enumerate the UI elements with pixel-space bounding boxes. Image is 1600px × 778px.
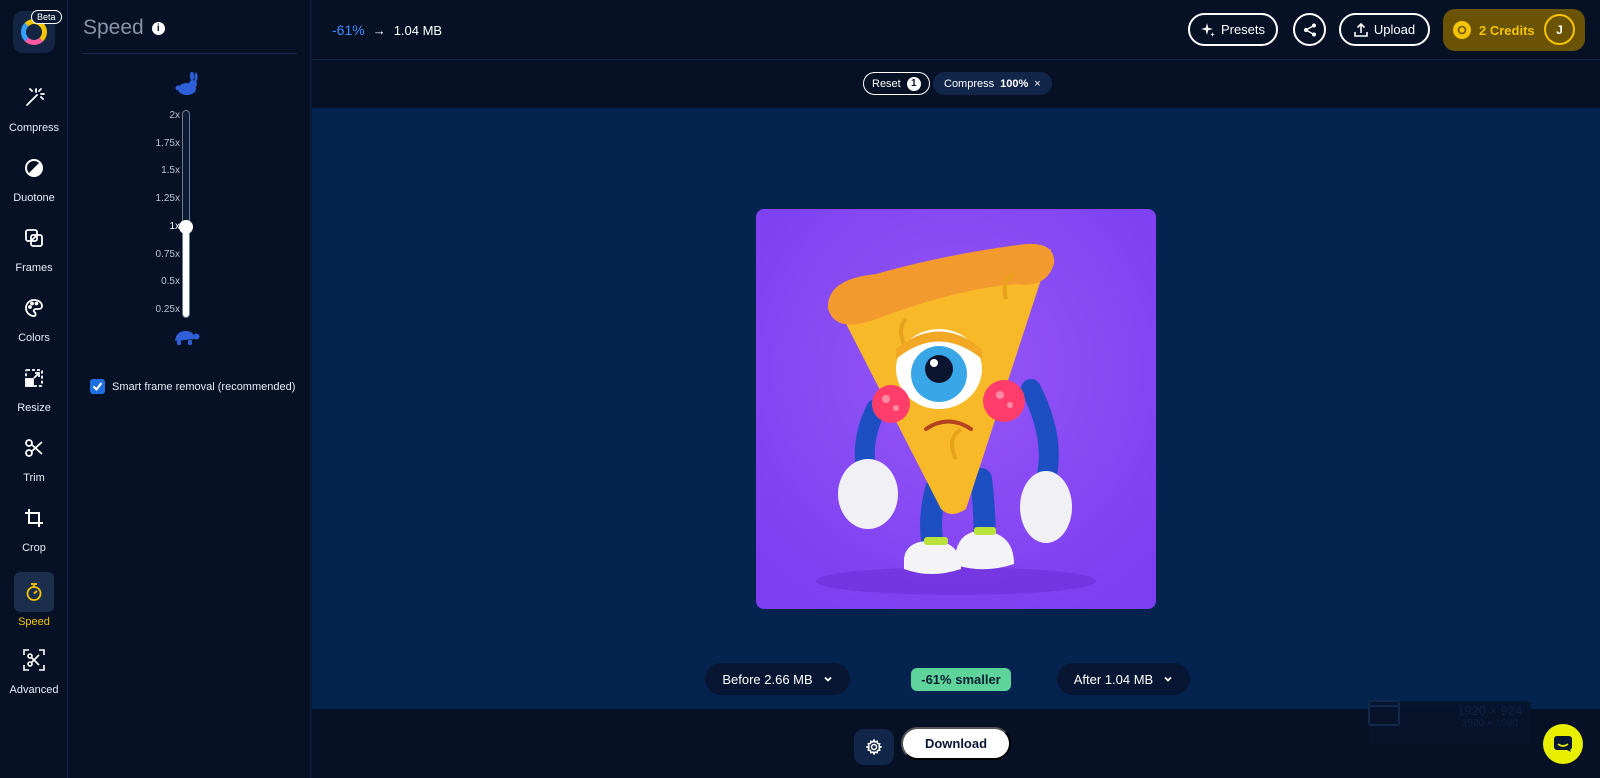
magic-wand-icon [14, 78, 54, 118]
scissors-icon [14, 428, 54, 468]
resize-icon [14, 358, 54, 398]
tool-label: Trim [23, 472, 45, 484]
tool-crop[interactable]: Crop [0, 498, 68, 560]
duotone-icon [14, 148, 54, 188]
rabbit-icon [175, 72, 198, 95]
presets-button[interactable]: Presets [1188, 13, 1278, 46]
tool-compress[interactable]: Compress [0, 78, 68, 140]
speed-tick-label: 1.25x [155, 193, 180, 205]
palette-icon [14, 288, 54, 328]
speed-tick-label: 0.75x [155, 248, 180, 260]
speed-tick-label: 1.75x [155, 137, 180, 149]
before-size-label: Before 2.66 MB [722, 671, 813, 687]
before-size-dropdown[interactable]: Before 2.66 MB [705, 663, 850, 695]
tool-label: Colors [18, 332, 50, 344]
tool-label: Duotone [13, 192, 55, 204]
speed-tick-label: 1.5x [161, 165, 180, 177]
arrow-right-icon: → [372, 22, 386, 38]
credits-label: 2 Credits [1479, 22, 1535, 38]
tool-label: Speed [18, 616, 50, 628]
close-icon[interactable]: × [1034, 78, 1040, 90]
speed-tick-label: 0.25x [155, 303, 180, 315]
image-preview [756, 209, 1156, 609]
tool-rail: Beta Compress Duotone Frames Colors Resi… [0, 0, 68, 778]
compression-stat: -61% → 1.04 MB [332, 22, 442, 38]
beta-badge: Beta [31, 10, 62, 24]
compress-chip-label: Compress [944, 77, 995, 90]
tool-label: Compress [8, 122, 60, 134]
crop-icon [14, 498, 54, 538]
tool-label: Resize [17, 402, 51, 414]
settings-button[interactable] [854, 729, 894, 765]
upload-label: Upload [1373, 22, 1416, 37]
tool-advanced[interactable]: Advanced [0, 640, 68, 702]
tool-label: Advanced [9, 684, 59, 696]
info-icon[interactable]: i [151, 21, 165, 35]
edit-history-bar: Reset 1 Compress 100% × [312, 61, 1600, 108]
speed-tick-label: 0.5x [161, 276, 180, 288]
chat-support-button[interactable] [1543, 724, 1583, 764]
upload-icon [1354, 22, 1368, 37]
preview-canvas: Before 2.66 MB -61% smaller After 1.04 M… [312, 108, 1600, 709]
presets-label: Presets [1220, 22, 1266, 37]
speed-slider-track[interactable] [182, 110, 190, 318]
speed-slider-fill [183, 228, 189, 317]
tool-trim[interactable]: Trim [0, 428, 68, 490]
after-size-label: After 1.04 MB [1073, 671, 1154, 687]
edit-count-badge: 1 [906, 76, 921, 91]
gear-icon [866, 739, 882, 755]
coin-icon [1453, 21, 1471, 39]
turtle-icon [175, 331, 200, 345]
divider [83, 53, 297, 54]
tool-label: Frames [15, 262, 53, 274]
settings-panel: Speed i 2x 1.75x 1.5x 1.25x 1x 0.75x 0.5x 0.25x [68, 0, 311, 778]
app-root: Beta Compress Duotone Frames Colors Resi… [0, 0, 1600, 778]
after-size-dropdown[interactable]: After 1.04 MB [1057, 663, 1190, 695]
ghost-dimensions-secondary: 1920 × 1080 [1462, 718, 1518, 729]
tool-label: Crop [22, 542, 46, 554]
upload-button[interactable]: Upload [1339, 13, 1430, 46]
compress-chip-value: 100% [1000, 77, 1029, 90]
chevron-down-icon [824, 676, 832, 682]
compress-chip[interactable]: Compress 100% × [933, 72, 1052, 95]
reset-label: Reset [872, 77, 901, 90]
pizza-character-image [756, 209, 1156, 609]
sparkle-icon [1200, 22, 1215, 37]
reset-chip[interactable]: Reset 1 [863, 72, 930, 95]
ghost-dimensions: 1920 × 924 [1457, 703, 1523, 718]
top-bar: -61% → 1.04 MB Presets Upload 2 Credits … [312, 0, 1600, 60]
download-button[interactable]: Download [901, 727, 1011, 760]
window-icon [1368, 700, 1400, 726]
tool-colors[interactable]: Colors [0, 288, 68, 350]
frames-icon [14, 218, 54, 258]
tool-speed[interactable]: Speed [0, 572, 68, 634]
checkmark-icon [92, 382, 103, 392]
panel-title-text: Speed [83, 16, 144, 39]
share-button[interactable] [1293, 13, 1326, 46]
smart-frame-label: Smart frame removal (recommended) [112, 380, 296, 393]
speed-tick-label: 1x [169, 220, 180, 232]
output-size: 1.04 MB [393, 22, 443, 38]
tool-frames[interactable]: Frames [0, 218, 68, 280]
savings-badge: -61% smaller [911, 668, 1011, 691]
smart-frame-checkbox[interactable] [90, 379, 105, 394]
credits-button[interactable]: 2 Credits J [1443, 9, 1585, 51]
chevron-down-icon [1164, 676, 1172, 682]
tool-duotone[interactable]: Duotone [0, 148, 68, 210]
tool-resize[interactable]: Resize [0, 358, 68, 420]
speed-slider-thumb[interactable] [179, 219, 193, 234]
reduction-percent: -61% [332, 22, 365, 38]
avatar[interactable]: J [1544, 14, 1575, 45]
smart-frame-option[interactable]: Smart frame removal (recommended) [90, 379, 295, 394]
bottom-bar: Download 1920 × 924 1920 × 1080 [312, 700, 1600, 778]
panel-title: Speed i [83, 16, 165, 40]
chat-icon [1554, 736, 1572, 752]
stopwatch-icon [14, 572, 54, 612]
speed-tick-label: 2x [169, 110, 180, 121]
advanced-icon [14, 640, 54, 680]
share-icon [1303, 23, 1316, 36]
